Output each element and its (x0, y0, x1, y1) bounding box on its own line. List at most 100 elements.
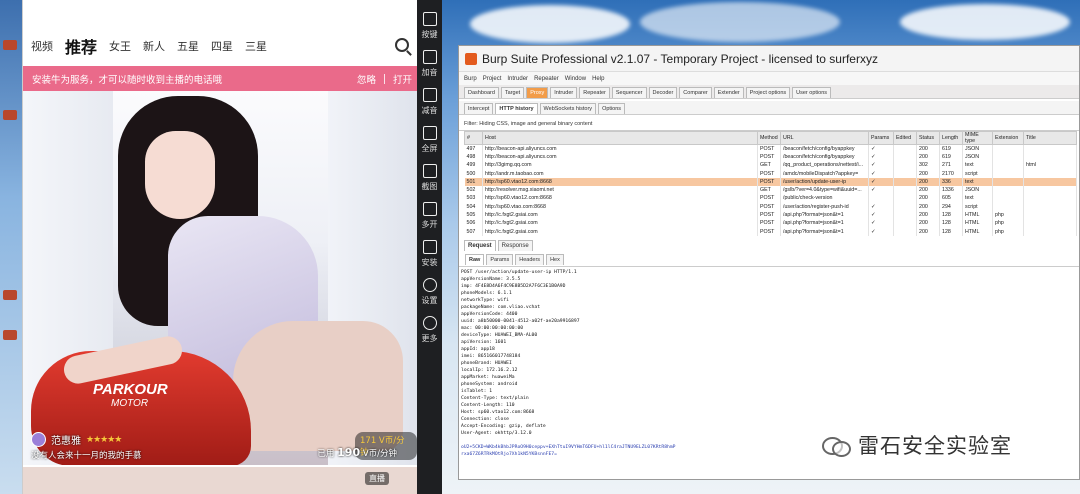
table-cell (992, 177, 1024, 186)
table-cell (1023, 144, 1077, 153)
volume-up-button[interactable]: 加音 (422, 50, 438, 78)
tab-comparer[interactable]: Comparer (679, 87, 712, 98)
tab-project-options[interactable]: Project options (745, 87, 791, 98)
avatar[interactable] (31, 432, 46, 447)
tab-decoder[interactable]: Decoder (648, 87, 678, 98)
table-row[interactable]: 500 http://andr.m.taobao.com POST/amdc/mob… (464, 169, 1077, 178)
search-icon[interactable] (395, 38, 409, 52)
tab-websockets-history[interactable]: WebSockets history (539, 103, 597, 114)
menu-help[interactable]: Help (592, 76, 604, 82)
tab-headers[interactable]: Headers (515, 253, 545, 265)
tab-request[interactable]: Request (464, 239, 496, 251)
tab-newcomer[interactable]: 新人 (143, 38, 165, 54)
next-streamer-card[interactable] (23, 467, 417, 494)
table-cell (893, 161, 917, 170)
column-header[interactable]: Title (1023, 131, 1077, 145)
tab-intruder[interactable]: Intruder (550, 87, 578, 98)
column-header[interactable]: Edited (893, 131, 917, 145)
tab-hex[interactable]: Hex (546, 253, 564, 265)
column-header[interactable]: Host (482, 131, 758, 145)
table-row[interactable]: 503 http://sp60.vtao12.com:8668 POST/publi… (464, 194, 1077, 203)
desktop-icon[interactable] (3, 110, 17, 120)
menu-burp[interactable]: Burp (464, 76, 477, 82)
tab-three-star[interactable]: 三星 (245, 38, 267, 54)
menu-intruder[interactable]: Intruder (507, 76, 528, 82)
tab-target[interactable]: Target (500, 87, 525, 98)
tab-video[interactable]: 视频 (31, 38, 53, 54)
table-cell: 503 (464, 194, 483, 203)
open-button[interactable]: 打开 (393, 72, 412, 86)
request-line: Content-Type: text/plain (461, 395, 529, 401)
table-row[interactable]: 502 http://resolver.msg.xiaomi.net GET/gsl… (464, 185, 1077, 195)
desktop-icon[interactable] (3, 330, 17, 340)
table-cell: 497 (464, 144, 483, 153)
tab-sequencer[interactable]: Sequencer (611, 87, 647, 98)
tab-options[interactable]: Options (598, 103, 626, 114)
table-row[interactable]: 506 http://c.fxgt2.gsiai.com POST/api.php?… (464, 219, 1077, 228)
tab-dashboard[interactable]: Dashboard (464, 87, 499, 98)
table-row[interactable]: 498 http://beacon-api.aliyuncs.com POST/be… (464, 152, 1077, 162)
table-cell (893, 185, 917, 195)
table-row[interactable]: 504 http://sp60.vtao.com:8668 POST/user/ac… (464, 202, 1077, 211)
keymap-button[interactable]: 按键 (422, 12, 438, 40)
column-header[interactable]: Params (868, 131, 894, 145)
tab-five-star[interactable]: 五星 (177, 38, 199, 54)
burp-title-bar[interactable]: Burp Suite Professional v2.1.07 - Tempor… (459, 46, 1079, 72)
table-cell: /user/action/update-user-ip (780, 177, 869, 186)
table-cell: http://c.fxgt2.gsiai.com (482, 227, 758, 236)
desktop-icon[interactable] (3, 40, 17, 50)
desktop-icon[interactable] (3, 290, 17, 300)
more-button[interactable]: 更多 (422, 316, 438, 344)
table-cell: http://c.fxgt2.gsiai.com (482, 210, 758, 220)
tab-four-star[interactable]: 四星 (211, 38, 233, 54)
motorcycle-brand: PARKOUR (93, 381, 168, 398)
tab-user-options[interactable]: User options (792, 87, 832, 98)
table-cell (1023, 219, 1077, 228)
column-header[interactable]: # (464, 131, 483, 145)
table-cell (1023, 210, 1077, 220)
table-row[interactable]: 501 http://sp60.vtao12.com:8668 POST/user/… (464, 177, 1077, 186)
tab-params[interactable]: Params (486, 253, 514, 265)
table-cell: /api.php?format=json&t=1 (780, 227, 869, 236)
tab-http-history[interactable]: HTTP history (495, 103, 538, 114)
screenshot-button[interactable]: 截图 (422, 164, 438, 192)
ignore-button[interactable]: 忽略 (357, 72, 376, 86)
column-header[interactable]: MIME type (962, 131, 993, 145)
tab-recommend[interactable]: 推荐 (65, 34, 97, 58)
table-row[interactable]: 497 http://beacon-api.aliyuncs.com POST/be… (464, 144, 1077, 153)
multi-instance-button[interactable]: 多开 (422, 202, 438, 230)
tab-repeater[interactable]: Repeater (579, 87, 610, 98)
menu-window[interactable]: Window (565, 76, 586, 82)
fullscreen-button[interactable]: 全屏 (422, 126, 438, 154)
tab-extender[interactable]: Extender (713, 87, 744, 98)
tab-queen[interactable]: 女王 (109, 38, 131, 54)
table-row[interactable]: 507 http://c.fxgt2.gsiai.com POST/api.php?… (464, 227, 1077, 236)
menu-bar: Burp Project Intruder Repeater Window He… (459, 72, 1079, 85)
sidebar-label: 减音 (421, 106, 438, 115)
tab-proxy[interactable]: Proxy (526, 87, 549, 98)
table-row[interactable]: 499 http://3gimg.qq.com GET/qq_product_ope… (464, 161, 1077, 170)
install-apk-button[interactable]: 安装 (422, 240, 438, 268)
column-header[interactable]: URL (780, 131, 869, 145)
column-header[interactable]: Length (939, 131, 963, 145)
column-header[interactable]: Method (757, 131, 781, 145)
table-cell: ✓ (868, 227, 894, 236)
table-cell: ✓ (868, 210, 894, 220)
filter-bar[interactable]: Filter: Hiding CSS, image and general bi… (459, 118, 1079, 131)
menu-project[interactable]: Project (483, 76, 502, 82)
emulator-sidebar: 按键 加音 减音 全屏 截图 多开 安装 设置 更多 (417, 0, 442, 494)
menu-repeater[interactable]: Repeater (534, 76, 559, 82)
volume-down-button[interactable]: 减音 (422, 88, 438, 116)
table-row[interactable]: 505 http://c.fxgt2.gsiai.com POST/api.php?… (464, 210, 1077, 220)
tab-raw[interactable]: Raw (465, 253, 485, 265)
column-header[interactable]: Status (916, 131, 940, 145)
tab-response[interactable]: Response (497, 239, 533, 251)
column-header[interactable]: Extension (992, 131, 1024, 145)
table-cell (1023, 227, 1077, 236)
settings-button[interactable]: 设置 (422, 278, 438, 306)
request-line: networkType: wifi (461, 297, 509, 303)
table-cell: ✓ (868, 161, 894, 170)
tab-intercept[interactable]: Intercept (464, 103, 494, 114)
table-cell (1023, 152, 1077, 162)
streamer-card-photo[interactable]: PARKOUR MOTOR (23, 91, 417, 465)
